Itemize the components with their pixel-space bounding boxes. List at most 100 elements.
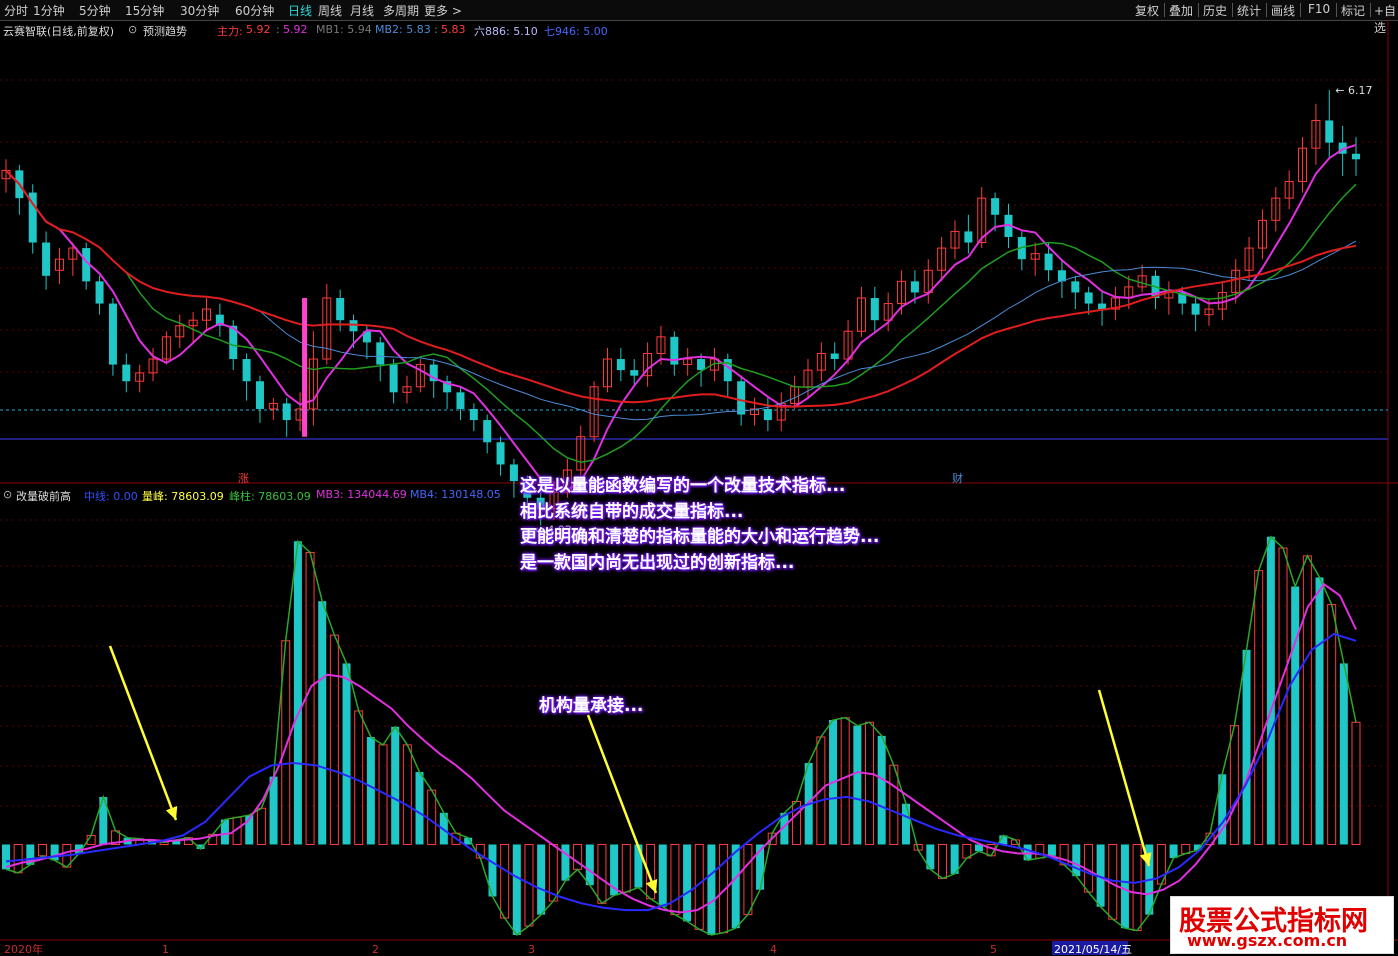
mb4-line xyxy=(5,632,1357,912)
candle-body xyxy=(1191,303,1200,315)
volume-bar xyxy=(1327,604,1337,845)
date-label: 3 xyxy=(528,943,535,956)
arrow-shaft xyxy=(108,645,178,821)
volume-bar xyxy=(402,744,412,845)
candle-body xyxy=(42,242,51,276)
note-line-1: 这是以量能函数编写的一个改量技术指标... xyxy=(520,476,846,496)
volume-bar xyxy=(1072,844,1081,877)
volume-bar xyxy=(318,601,327,845)
volume-bar xyxy=(1035,843,1045,859)
candle-body xyxy=(991,198,1000,215)
candle-body xyxy=(1098,303,1107,310)
candle-body xyxy=(1352,153,1360,160)
volume-bar xyxy=(1291,586,1300,845)
zhang-marker: 涨 xyxy=(238,472,249,485)
candle-body xyxy=(336,298,345,321)
volume-bar xyxy=(1023,844,1032,861)
volume-bar xyxy=(670,843,680,916)
volume-bar xyxy=(573,843,583,870)
volume-bar xyxy=(354,710,364,845)
note-line-4: 是一款国内尚无出现过的创新指标... xyxy=(520,553,795,573)
volume-bar xyxy=(621,843,631,893)
volume-bar xyxy=(597,843,607,904)
candle-body xyxy=(1071,281,1080,293)
volume-bar xyxy=(13,843,23,874)
volume-bar xyxy=(1302,555,1312,845)
candle-body xyxy=(509,464,518,482)
candle-body xyxy=(630,370,639,376)
volume-bar xyxy=(707,844,716,935)
volume-bar xyxy=(342,663,351,845)
candle-body xyxy=(763,408,772,421)
volume-bar xyxy=(512,844,521,935)
volume-bar xyxy=(1266,536,1275,845)
candle-body xyxy=(349,320,358,332)
note-line-2: 相比系统自带的成交量指标... xyxy=(520,502,744,522)
candle-body xyxy=(1325,120,1334,143)
volume-bar xyxy=(293,541,302,845)
volume-bar xyxy=(537,844,546,915)
volume-bar xyxy=(1132,843,1142,931)
volume-bar xyxy=(500,843,510,919)
arrow-shaft xyxy=(1097,689,1151,867)
candle-body xyxy=(870,298,879,321)
volume-bar xyxy=(366,736,375,845)
volume-bar xyxy=(1339,663,1348,845)
candle-body xyxy=(122,364,131,382)
volume-bar xyxy=(865,721,875,845)
watermark-logo: 股票公式指标网 www.gszx.com.cn xyxy=(1170,896,1394,954)
volume-bar xyxy=(1242,649,1251,845)
candle-body xyxy=(737,381,746,415)
candle-body xyxy=(964,231,973,243)
fengzhu-line xyxy=(5,535,1357,937)
volume-bar xyxy=(683,844,692,922)
candle-body xyxy=(108,303,117,365)
candle-body xyxy=(1084,292,1093,304)
candle-body xyxy=(242,359,251,382)
candle-body xyxy=(469,408,478,421)
volume-bar xyxy=(329,634,339,845)
volume-bar xyxy=(1315,577,1324,845)
candle-body xyxy=(483,420,492,443)
ma-pink-line xyxy=(5,143,1357,492)
candle-body xyxy=(616,359,625,371)
candle-body xyxy=(95,281,104,304)
ma-green-line xyxy=(5,169,1357,463)
date-label: 2021/05/14/五 xyxy=(1054,943,1132,956)
volume-bar xyxy=(1351,721,1361,845)
date-label: 5 xyxy=(990,943,997,956)
volume-bar xyxy=(937,843,947,879)
volume-bar xyxy=(561,844,570,881)
volume-bar xyxy=(305,552,315,845)
note-line-3: 更能明确和清楚的指标量能的大小和运行趋势... xyxy=(520,527,880,547)
candle-body xyxy=(376,342,385,365)
indicator-lines xyxy=(5,535,1357,937)
volume-bar xyxy=(877,735,886,845)
moving-average-lines xyxy=(5,143,1357,492)
volume-bar xyxy=(1254,570,1264,845)
volume-bar xyxy=(902,803,910,845)
candle-body xyxy=(697,359,706,371)
volume-bar xyxy=(391,726,400,845)
volume-bar xyxy=(1047,844,1056,856)
volume-bar xyxy=(256,807,266,845)
candle-body xyxy=(910,281,919,293)
volume-bar xyxy=(1169,844,1178,859)
volume-bar xyxy=(427,789,437,845)
volume-bar xyxy=(37,843,47,857)
volume-bar xyxy=(743,843,753,916)
date-label: 4 xyxy=(770,943,777,956)
volume-bar xyxy=(1120,844,1129,929)
volume-bar xyxy=(1229,725,1239,845)
candle-body xyxy=(282,403,291,421)
volume-bar xyxy=(889,764,899,845)
candlestick-series xyxy=(1,89,1360,526)
volume-bars xyxy=(2,536,1361,935)
volume-bar xyxy=(840,717,850,845)
volume-bar xyxy=(269,776,278,845)
candle-body xyxy=(389,364,398,393)
note-institution: 机构量承接... xyxy=(539,696,644,716)
volume-bar xyxy=(50,844,59,861)
cai-marker: 财 xyxy=(952,471,963,485)
volume-bar xyxy=(853,725,862,845)
